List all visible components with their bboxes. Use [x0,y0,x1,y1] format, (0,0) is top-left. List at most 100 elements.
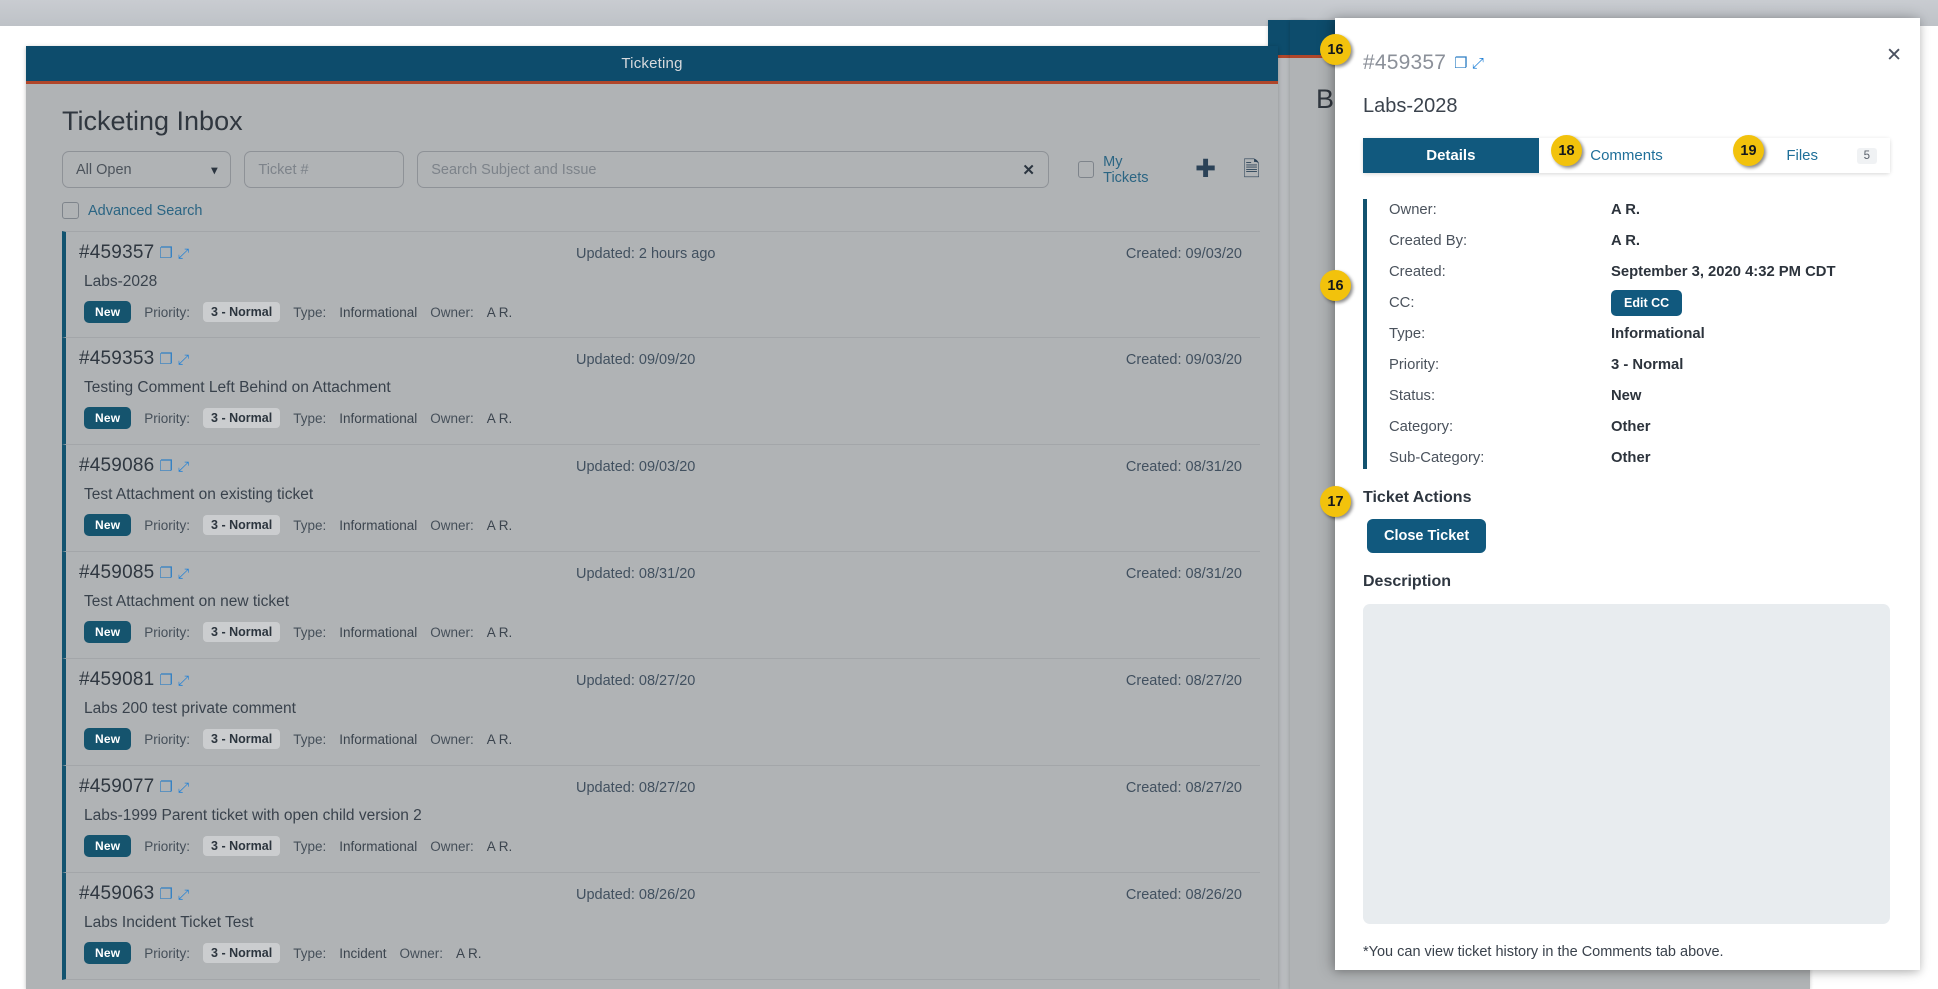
table-row[interactable]: #459086 ❐ ⤢ Updated: 09/03/20 Created: 08/31… [62,445,1260,552]
detail-row: Status: New [1389,385,1920,407]
ticket-list: #459357 ❐ ⤢ Updated: 2 hours ago Created: 09… [44,231,1260,980]
type-label: Type: [293,624,327,640]
search-placeholder: Search Subject and Issue [431,161,597,178]
ticket-actions-title: Ticket Actions [1363,489,1472,506]
expand-icon[interactable]: ⤢ [178,459,189,473]
expand-icon[interactable]: ⤢ [1472,56,1484,71]
copy-icon[interactable]: ❐ [159,459,172,474]
ticket-subject[interactable]: Test Attachment on new ticket [84,593,1260,611]
expand-icon[interactable]: ⤢ [178,673,189,687]
ticket-created-text: Created: 08/27/20 [1125,673,1242,689]
detail-key: Sub-Category: [1389,450,1485,466]
priority-value: 3 - Normal [203,515,281,535]
my-tickets-label: My Tickets [1103,153,1149,186]
expand-icon[interactable]: ⤢ [178,887,189,901]
callout-badge-19-files-tab: 19 [1733,135,1764,166]
table-row[interactable]: #459085 ❐ ⤢ Updated: 08/31/20 Created: 08/31… [62,552,1260,659]
copy-icon[interactable]: ❐ [159,887,172,902]
priority-label: Priority: [144,838,191,854]
ticket-id-link[interactable]: #459077 [79,776,154,798]
ticket-id-link[interactable]: #459085 [79,562,154,584]
ticket-updated-text: Updated: 08/31/20 [576,566,696,582]
close-icon[interactable]: ✕ [1886,46,1902,65]
type-value: Informational [339,304,418,320]
copy-icon[interactable]: ❐ [159,352,172,367]
expand-icon[interactable]: ⤢ [178,780,189,794]
table-row[interactable]: #459357 ❐ ⤢ Updated: 2 hours ago Created: 09… [62,231,1260,338]
type-label: Type: [293,731,327,747]
priority-value: 3 - Normal [203,943,281,963]
search-input[interactable]: Search Subject and Issue ✕ [417,151,1049,188]
ticket-id-link[interactable]: #459086 [79,455,154,477]
owner-label: Owner: [399,945,444,961]
type-label: Type: [293,838,327,854]
detail-key: Type: [1389,326,1426,342]
screenshot-root: Bo Ticketing Ticketing Inbox All Open ▾ … [0,0,1938,989]
detail-key: Created By: [1389,233,1468,249]
priority-value: 3 - Normal [203,622,281,642]
expand-icon[interactable]: ⤢ [178,566,189,580]
ticket-created-text: Created: 09/03/20 [1125,246,1242,262]
ticket-created-text: Created: 08/26/20 [1125,887,1242,903]
clear-search-icon[interactable]: ✕ [1022,161,1035,179]
ticketing-window-body: Ticketing Inbox All Open ▾ Ticket # Sear… [26,84,1278,980]
table-row[interactable]: #459081 ❐ ⤢ Updated: 08/27/20 Created: 08/27… [62,659,1260,766]
my-tickets-checkbox[interactable] [1077,161,1095,178]
ticket-id-link[interactable]: #459081 [79,669,154,691]
table-row[interactable]: #459077 ❐ ⤢ Updated: 08/27/20 Created: 08/27… [62,766,1260,873]
ticket-subject[interactable]: Labs-2028 [84,273,1260,291]
search-toolbar: All Open ▾ Ticket # Search Subject and I… [44,151,1260,188]
ticket-subject[interactable]: Labs 200 test private comment [84,700,1260,718]
callout-badge-16-top: 16 [1320,34,1351,65]
advanced-search-toggle[interactable]: Advanced Search [44,188,1260,231]
detail-value: New [1611,388,1642,404]
detail-value: A R. [1611,233,1641,249]
copy-icon[interactable]: ❐ [1454,56,1468,71]
ticket-subject[interactable]: Testing Comment Left Behind on Attachmen… [84,379,1260,397]
ticket-meta: New Priority: 3 - Normal Type: Informational… [84,621,1260,643]
edit-cc-button[interactable]: Edit CC [1611,290,1683,316]
detail-key: Created: [1389,264,1446,280]
ticket-number-input[interactable]: Ticket # [244,151,405,188]
description-title: Description [1363,573,1452,590]
type-value: Incident [339,945,387,961]
panel-ticket-id-text: #459357 [1363,51,1447,74]
copy-icon[interactable]: ❐ [159,246,172,261]
description-box[interactable] [1363,604,1890,924]
owner-label: Owner: [430,838,474,854]
copy-icon[interactable]: ❐ [159,566,172,581]
status-badge: New [84,621,132,643]
detail-row: Owner: A R. [1389,199,1920,221]
type-label: Type: [293,945,327,961]
copy-icon[interactable]: ❐ [159,780,172,795]
table-row[interactable]: #459063 ❐ ⤢ Updated: 08/26/20 Created: 08/26… [62,873,1260,980]
ticket-meta: New Priority: 3 - Normal Type: Informational… [84,728,1260,750]
my-tickets-filter[interactable]: My Tickets [1077,153,1168,186]
export-document-icon[interactable]: 🗎 [1243,159,1260,180]
ticket-id-link[interactable]: #459353 [79,348,154,370]
add-ticket-icon[interactable]: ✚ [1195,157,1216,182]
detail-key: CC: [1389,295,1415,311]
ticket-subject[interactable]: Test Attachment on existing ticket [84,486,1260,504]
advanced-search-label: Advanced Search [88,202,203,219]
type-value: Informational [339,838,418,854]
ticket-updated-text: Updated: 09/03/20 [576,459,696,475]
ticket-id-link[interactable]: #459357 [79,242,154,264]
ticket-subject[interactable]: Labs-1999 Parent ticket with open child … [84,807,1260,825]
status-filter-value: All Open [76,161,132,178]
type-label: Type: [293,517,327,533]
ticket-id-link[interactable]: #459063 [79,883,154,905]
close-ticket-button[interactable]: Close Ticket [1367,519,1487,553]
table-row[interactable]: #459353 ❐ ⤢ Updated: 09/09/20 Created: 09/03… [62,338,1260,445]
owner-value: A R. [486,410,513,426]
copy-icon[interactable]: ❐ [159,673,172,688]
tab-details[interactable]: Details [1363,138,1539,173]
ticket-updated-text: Updated: 08/26/20 [576,887,696,903]
expand-icon[interactable]: ⤢ [178,246,189,260]
detail-row: Created: September 3, 2020 4:32 PM CDT [1389,261,1920,283]
status-filter-select[interactable]: All Open ▾ [62,151,232,188]
advanced-search-checkbox[interactable] [62,202,79,219]
ticket-subject[interactable]: Labs Incident Ticket Test [84,914,1260,932]
page-title: Ticketing Inbox [62,106,243,136]
expand-icon[interactable]: ⤢ [178,352,189,366]
